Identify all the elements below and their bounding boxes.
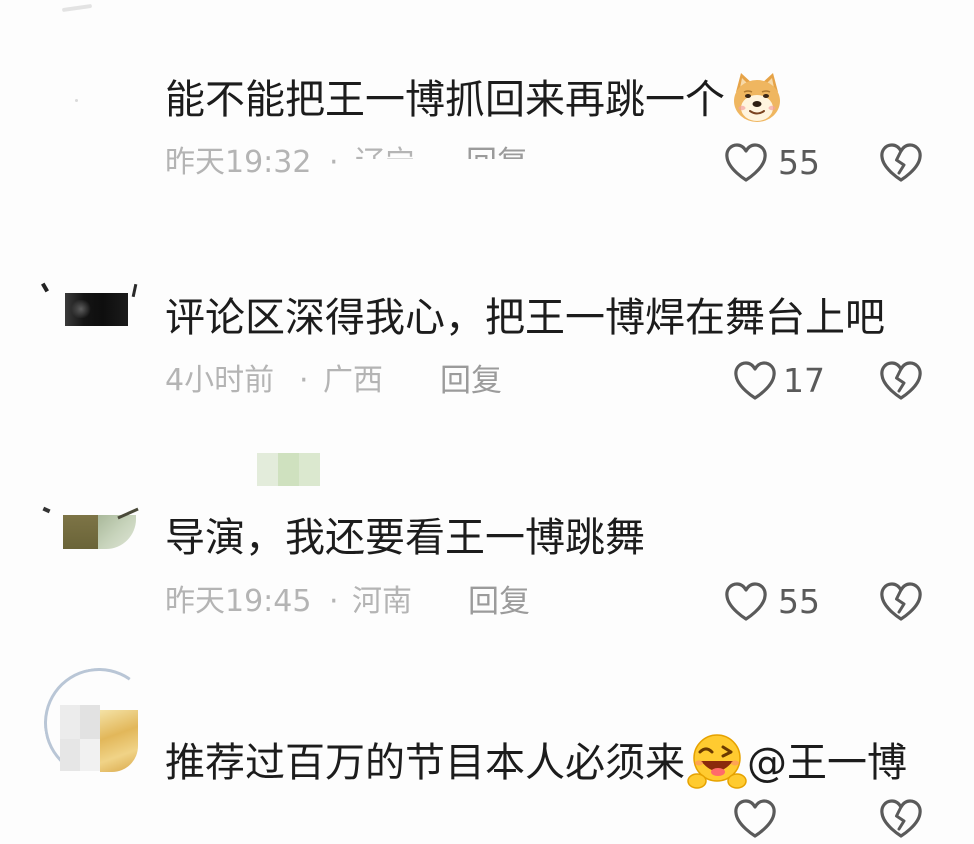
mention-link[interactable]: @王一博 <box>747 740 907 786</box>
reply-button[interactable]: 回复 <box>468 584 530 620</box>
heart-outline-icon[interactable] <box>733 798 777 840</box>
comment-text: 导演，我还要看王一博跳舞 <box>165 516 645 560</box>
comment-body: 能不能把王一博抓回来再跳一个 <box>165 77 725 123</box>
comment-body: 评论区深得我心，把王一博焊在舞台上吧 <box>165 295 885 341</box>
broken-heart-icon[interactable] <box>879 360 923 402</box>
broken-heart-icon[interactable] <box>879 581 923 623</box>
doge-emoji-icon <box>729 70 785 126</box>
comment-body: 推荐过百万的节目本人必须来 <box>165 740 685 786</box>
blurred-username <box>257 453 320 486</box>
like-count: 55 <box>778 582 820 621</box>
avatar[interactable] <box>40 0 140 110</box>
comment-region: 河南 <box>352 584 412 619</box>
meta-separator: · <box>329 145 339 180</box>
avatar[interactable] <box>40 506 140 552</box>
avatar[interactable] <box>40 280 140 332</box>
comment-text: 评论区深得我心，把王一博焊在舞台上吧 <box>165 296 885 340</box>
heart-outline-icon[interactable] <box>724 142 768 184</box>
meta-separator: · <box>329 584 339 619</box>
reply-button[interactable]: 回复 <box>440 363 502 399</box>
comment-time: 昨天19:45 <box>165 584 312 619</box>
broken-heart-icon[interactable] <box>879 798 923 840</box>
wink-laugh-emoji-icon <box>687 731 747 791</box>
avatar[interactable] <box>35 659 163 787</box>
comment-text: 能不能把王一博抓回来再跳一个 <box>165 73 785 130</box>
comment-body: 导演，我还要看王一博跳舞 <box>165 515 645 561</box>
overlap-mask <box>346 159 546 189</box>
comment-region: 广西 <box>323 363 383 398</box>
comment-text: 推荐过百万的节目本人必须来 @王一博 <box>165 734 907 795</box>
comment-time: 4小时前 <box>165 363 275 398</box>
like-count: 17 <box>783 361 825 400</box>
broken-heart-icon[interactable] <box>879 142 923 184</box>
heart-outline-icon[interactable] <box>724 581 768 623</box>
heart-outline-icon[interactable] <box>733 360 777 402</box>
like-count: 55 <box>778 143 820 182</box>
comment-time: 昨天19:32 <box>165 145 312 180</box>
meta-separator: · <box>299 363 309 398</box>
